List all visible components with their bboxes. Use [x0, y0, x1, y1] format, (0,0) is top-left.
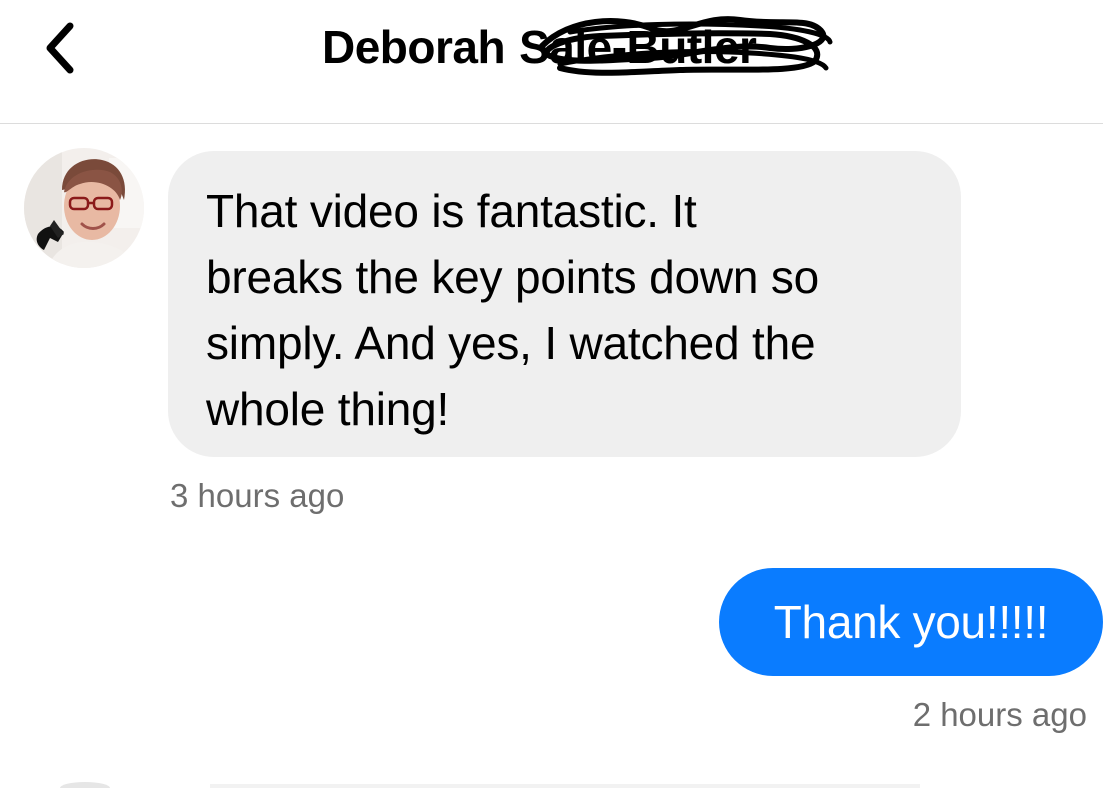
message-line: simply. And yes, I watched the	[206, 317, 816, 369]
incoming-timestamp: 3 hours ago	[170, 477, 345, 514]
next-avatar-partial	[60, 782, 110, 788]
incoming-message-text: That video is fantastic. It breaks the k…	[206, 178, 923, 442]
outgoing-message-text: Thank you!!!!!	[773, 596, 1049, 648]
chat-header: Deborah Sale-Butler	[0, 0, 1103, 124]
back-button[interactable]	[30, 18, 90, 78]
outgoing-timestamp: 2 hours ago	[912, 696, 1087, 733]
outgoing-message-bubble[interactable]: Thank you!!!!!	[719, 568, 1103, 676]
next-message-partial	[210, 784, 920, 788]
incoming-message-bubble[interactable]: That video is fantastic. It breaks the k…	[168, 151, 961, 457]
message-line: breaks the key points down so	[206, 251, 819, 303]
redaction-scribble	[539, 16, 833, 76]
message-line: whole thing!	[206, 383, 450, 435]
contact-first-name: Deborah	[322, 21, 506, 73]
avatar[interactable]	[24, 148, 144, 268]
message-line: That video is fantastic. It	[206, 185, 697, 237]
avatar-photo	[24, 148, 144, 268]
chat-screen: Deborah Sale-Butler That video is fantas…	[0, 0, 1103, 788]
chevron-left-icon	[46, 22, 74, 74]
